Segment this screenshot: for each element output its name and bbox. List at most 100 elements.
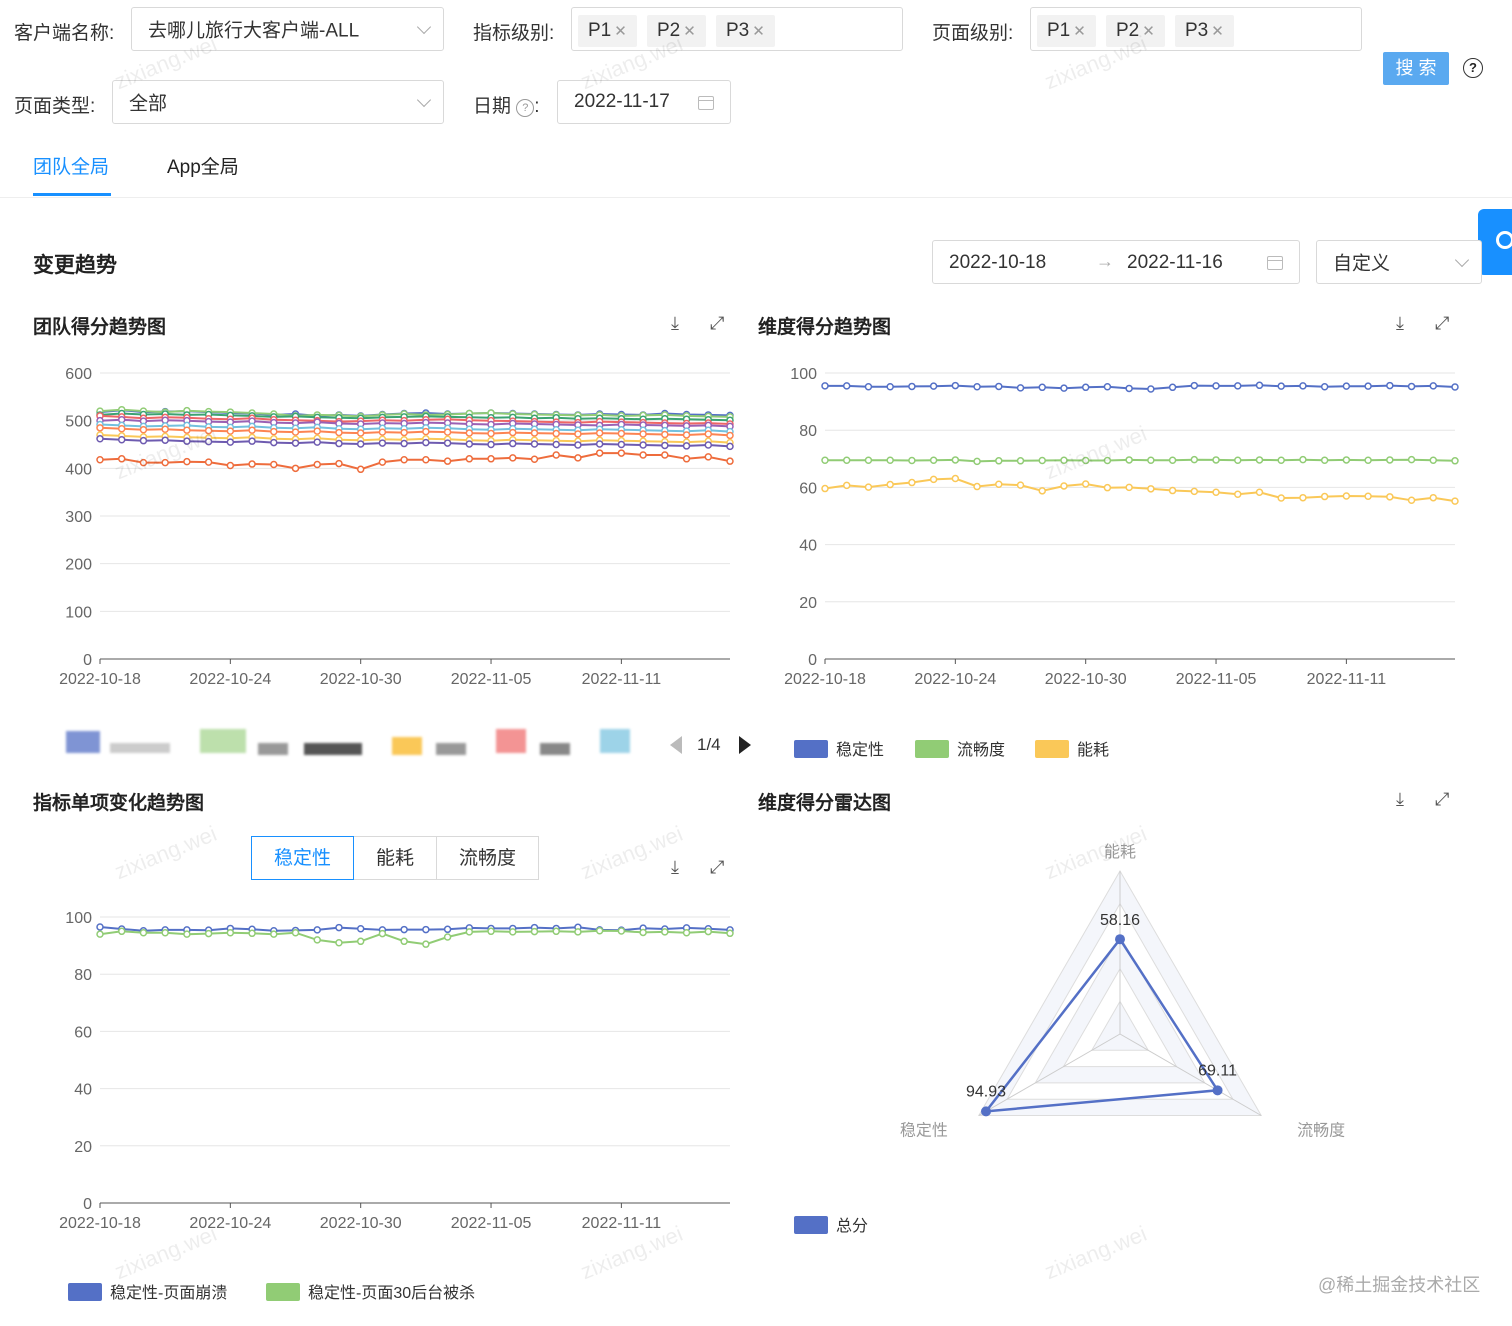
date-picker[interactable]: 2022-11-17 xyxy=(557,80,731,124)
tab-app-global[interactable]: App全局 xyxy=(167,152,239,179)
x-tick-label: 2022-11-05 xyxy=(451,1215,532,1232)
data-point xyxy=(595,449,604,457)
data-point xyxy=(1407,496,1416,505)
data-point xyxy=(422,456,430,464)
data-point xyxy=(1255,381,1264,390)
data-point xyxy=(270,930,278,938)
gear-icon xyxy=(1496,231,1512,249)
data-point xyxy=(139,928,148,937)
legend-stability[interactable]: 稳定性 xyxy=(794,736,884,760)
data-point xyxy=(1386,456,1394,464)
team-score-chart: 0 100 200 300 400 500 600 2022-10-18 2022-10-24 2… xyxy=(59,366,734,688)
metric-level-tag[interactable]: P2 ✕ xyxy=(647,15,706,47)
y-tick-label: 100 xyxy=(65,604,92,621)
radar-chart-title: 维度得分雷达图 xyxy=(758,793,892,814)
y-tick-label: 200 xyxy=(65,557,92,574)
settings-float-button[interactable] xyxy=(1478,209,1512,275)
page-type-label: 页面类型: xyxy=(14,96,96,117)
download-icon[interactable]: ⤓ xyxy=(671,857,679,878)
legend-blur-text xyxy=(110,743,170,753)
legend-killed[interactable]: 稳定性-页面30后台被杀 xyxy=(266,1279,475,1303)
close-icon[interactable]: ✕ xyxy=(752,23,765,40)
data-point xyxy=(929,382,938,390)
client-select[interactable]: 去哪儿旅行大客户端-ALL xyxy=(131,7,444,51)
data-point xyxy=(96,424,104,432)
fullscreen-icon[interactable]: ⤢ xyxy=(710,857,724,878)
data-point xyxy=(117,425,126,433)
close-icon[interactable]: ✕ xyxy=(1142,23,1155,40)
fullscreen-icon[interactable]: ⤢ xyxy=(1435,313,1449,334)
data-point xyxy=(443,925,452,934)
data-point xyxy=(1277,456,1285,464)
toggle-smoothness[interactable]: 流畅度 xyxy=(436,836,539,880)
page-level-label: 页面级别: xyxy=(932,23,1014,44)
data-point xyxy=(1081,383,1090,392)
data-point xyxy=(378,439,387,447)
question-icon[interactable]: ? xyxy=(516,99,535,117)
y-tick-label: 40 xyxy=(799,538,817,555)
download-icon[interactable]: ⤓ xyxy=(1396,313,1404,334)
data-point xyxy=(617,440,626,449)
data-point xyxy=(204,458,213,466)
data-point xyxy=(639,430,647,438)
legend-crash[interactable]: 稳定性-页面崩溃 xyxy=(68,1279,227,1303)
data-point xyxy=(530,440,539,448)
data-point xyxy=(487,455,495,463)
page-level-tag[interactable]: P2 ✕ xyxy=(1106,15,1165,47)
fullscreen-icon[interactable]: ⤢ xyxy=(710,313,724,334)
toggle-stability[interactable]: 稳定性 xyxy=(251,836,354,880)
legend-energy[interactable]: 能耗 xyxy=(1035,736,1109,760)
chevron-down-icon xyxy=(416,19,432,35)
data-point xyxy=(1364,456,1372,464)
page-type-select[interactable]: 全部 xyxy=(112,80,444,124)
download-icon[interactable]: ⤓ xyxy=(1396,789,1404,810)
data-point xyxy=(248,460,256,468)
data-point xyxy=(422,940,430,948)
close-icon[interactable]: ✕ xyxy=(1211,23,1224,40)
series-line xyxy=(824,477,1456,503)
page-level-tag[interactable]: P3 ✕ xyxy=(1175,15,1234,47)
data-point xyxy=(995,480,1003,489)
legend-smoothness[interactable]: 流畅度 xyxy=(915,736,1005,760)
range-mode-select[interactable]: 自定义 xyxy=(1316,240,1482,284)
legend-swatch xyxy=(68,1283,102,1301)
data-point xyxy=(908,456,916,465)
data-point xyxy=(842,382,851,390)
legend-prev-icon[interactable] xyxy=(670,736,682,754)
data-point xyxy=(908,382,916,391)
download-icon[interactable]: ⤓ xyxy=(671,313,679,334)
data-point xyxy=(1168,486,1177,495)
data-point xyxy=(1342,492,1351,500)
data-point xyxy=(574,454,582,462)
help-icon[interactable]: ? xyxy=(1463,58,1483,78)
search-button[interactable]: 搜 索 xyxy=(1383,52,1449,85)
date-range-picker[interactable]: 2022-10-18 → 2022-11-16 xyxy=(932,240,1300,284)
data-point xyxy=(661,451,669,459)
page-level-tag[interactable]: P1 ✕ xyxy=(1037,15,1096,47)
metric-level-tag[interactable]: P3 ✕ xyxy=(716,15,775,47)
close-icon[interactable]: ✕ xyxy=(1073,23,1086,40)
metric-level-select[interactable]: P1 ✕ P2 ✕ P3 ✕ xyxy=(571,7,903,51)
close-icon[interactable]: ✕ xyxy=(614,23,627,40)
page-level-select[interactable]: P1 ✕ P2 ✕ P3 ✕ xyxy=(1030,7,1362,51)
data-point xyxy=(1125,483,1133,492)
data-point xyxy=(422,438,430,447)
tab-team-global[interactable]: 团队全局 xyxy=(33,152,109,179)
fullscreen-icon[interactable]: ⤢ xyxy=(1435,789,1449,810)
data-point xyxy=(682,455,691,463)
metric-trend-chart: 0 20 40 60 80 100 2022-10-18 2022-10-24 2022-10-… xyxy=(59,910,734,1232)
legend-total[interactable]: 总分 xyxy=(794,1212,868,1236)
y-tick-label: 80 xyxy=(74,967,92,984)
data-point xyxy=(1234,382,1242,390)
data-point xyxy=(204,437,213,446)
metric-level-tag[interactable]: P1 ✕ xyxy=(578,15,637,47)
x-tick-label: 2022-11-05 xyxy=(1176,671,1257,688)
toggle-energy[interactable]: 能耗 xyxy=(353,836,437,880)
data-point xyxy=(96,930,104,938)
legend-blur-text xyxy=(304,743,362,755)
close-icon[interactable]: ✕ xyxy=(683,23,696,40)
radar-point xyxy=(1212,1085,1223,1096)
legend-next-icon[interactable] xyxy=(739,736,751,754)
legend-swatch xyxy=(600,729,630,753)
legend-swatch xyxy=(496,729,526,753)
